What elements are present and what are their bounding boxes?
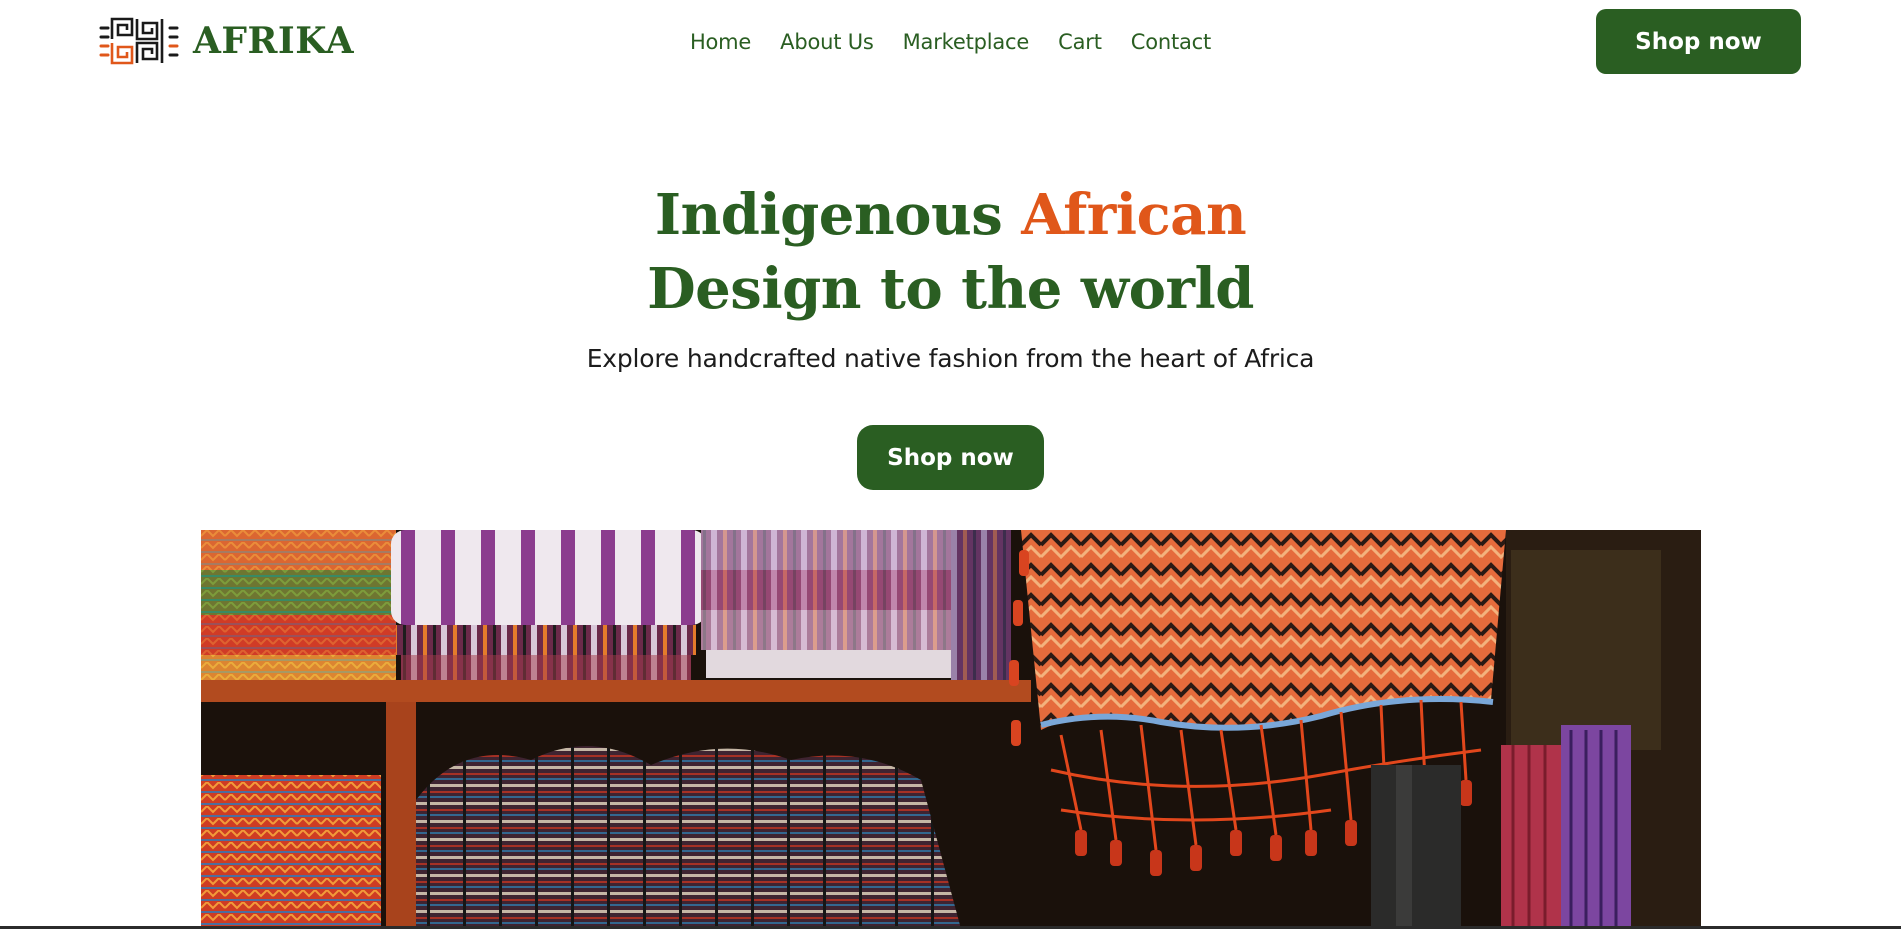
hero-shop-now-button[interactable]: Shop now bbox=[857, 425, 1044, 490]
brand-logo[interactable]: AFRIKA bbox=[99, 15, 354, 67]
nav-home[interactable]: Home bbox=[690, 30, 751, 54]
textiles-illustration bbox=[201, 530, 1701, 929]
header-shop-now-button[interactable]: Shop now bbox=[1596, 9, 1801, 74]
nav-marketplace[interactable]: Marketplace bbox=[903, 30, 1030, 54]
maze-pattern-logo-icon bbox=[99, 17, 179, 65]
hero-textiles-image bbox=[201, 530, 1701, 929]
hero-title-part2: Design to the world bbox=[647, 256, 1254, 322]
nav-about-us[interactable]: About Us bbox=[780, 30, 874, 54]
nav-contact[interactable]: Contact bbox=[1131, 30, 1212, 54]
hero-title: Indigenous African Design to the world bbox=[0, 178, 1901, 326]
hero-subtitle: Explore handcrafted native fashion from … bbox=[586, 344, 1315, 373]
nav-cart[interactable]: Cart bbox=[1058, 30, 1102, 54]
hero-title-part1: Indigenous bbox=[654, 182, 1022, 248]
site-header: AFRIKA Home About Us Marketplace Cart Co… bbox=[0, 0, 1901, 82]
hero-title-accent: African bbox=[1021, 182, 1247, 248]
brand-name: AFRIKA bbox=[193, 20, 355, 62]
